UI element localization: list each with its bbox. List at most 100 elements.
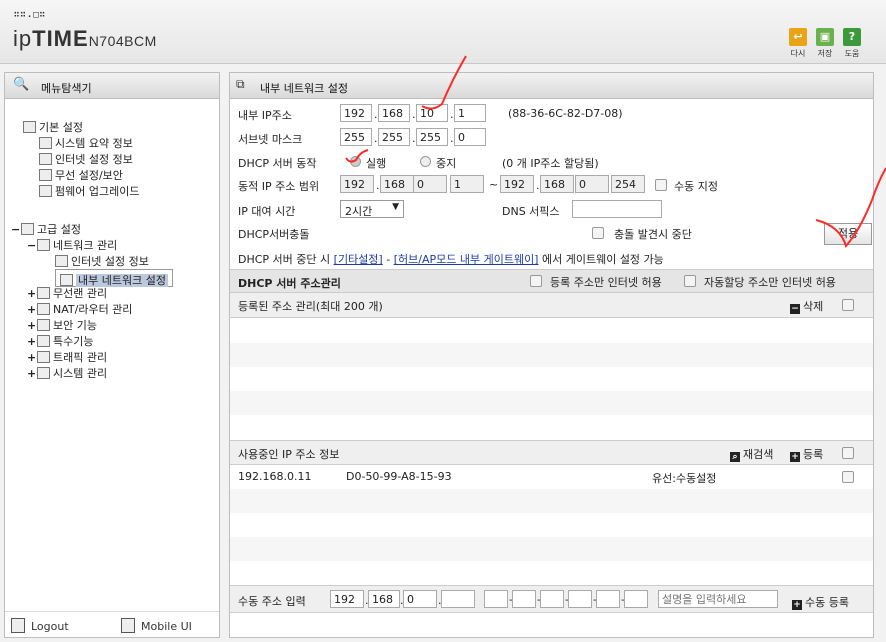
range-start-3[interactable]: 0: [413, 175, 447, 193]
manual-mac-1[interactable]: [484, 590, 508, 608]
plus-icon: +: [790, 452, 800, 462]
manual-ip-3[interactable]: 0: [403, 590, 437, 608]
manual-assign-checkbox[interactable]: [655, 179, 667, 191]
tree-special[interactable]: + 특수기능: [27, 333, 93, 349]
register-button[interactable]: + 등록: [790, 446, 823, 462]
range-start-2[interactable]: 168: [380, 175, 414, 193]
tree-traffic[interactable]: + 트래픽 관리: [27, 349, 107, 365]
folder-icon: [21, 223, 34, 235]
tree-sys-summary[interactable]: 시스템 요약 정보: [39, 135, 133, 151]
range-start-1[interactable]: 192: [340, 175, 374, 193]
undo-button[interactable]: ↩ 다시: [787, 28, 809, 59]
menu-explorer-header: 🔍 메뉴탐색기: [5, 73, 219, 99]
ip-octet-3[interactable]: 10: [416, 104, 448, 122]
save-icon: ▣: [816, 28, 834, 46]
inuse-row-checkbox[interactable]: [842, 471, 854, 483]
tree-system-mgmt[interactable]: + 시스템 관리: [27, 365, 107, 381]
wireless-icon: [39, 169, 52, 181]
manual-mac-6[interactable]: [624, 590, 648, 608]
registered-select-all-checkbox[interactable]: [842, 299, 854, 311]
main-panel-header: ⧉ 내부 네트워크 설정: [230, 73, 873, 99]
special-icon: [37, 335, 50, 347]
row-stop-note: DHCP 서버 중단 시 [기타설정] - [허브/AP모드 내부 게이트웨이]…: [238, 253, 664, 266]
registered-row: [230, 319, 873, 343]
tree-security[interactable]: + 보안 기능: [27, 317, 97, 333]
inuse-row: [230, 561, 873, 585]
logout-button[interactable]: Logout: [11, 618, 69, 633]
left-footer: Logout Mobile UI: [5, 611, 219, 637]
ip-octet-4[interactable]: 1: [454, 104, 486, 122]
tree-network-mgmt[interactable]: − 네트워크 관리: [27, 237, 117, 253]
range-end-4[interactable]: 254: [611, 175, 645, 193]
delete-button[interactable]: − 삭제: [790, 298, 823, 314]
manual-ip-1[interactable]: 192: [330, 590, 364, 608]
mask-octet-1[interactable]: 255: [340, 128, 372, 146]
system-icon: [37, 367, 50, 379]
manual-mac-2[interactable]: [512, 590, 536, 608]
tree-wlan-mgmt[interactable]: + 무선랜 관리: [27, 285, 107, 301]
mobile-icon: [121, 618, 135, 633]
tree-nat-mgmt[interactable]: + NAT/라우터 관리: [27, 301, 132, 317]
mask-octet-2[interactable]: 255: [378, 128, 410, 146]
search-icon: ⌕: [730, 452, 740, 462]
window-icon: ⧉: [236, 77, 245, 91]
chart-icon: [39, 137, 52, 149]
dhcp-run-radio[interactable]: [350, 156, 361, 167]
page-icon: [55, 255, 68, 267]
tree-internet-setup[interactable]: 인터넷 설정 정보: [39, 151, 133, 167]
manual-register-button[interactable]: + 수동 등록: [792, 594, 849, 610]
manual-ip-2[interactable]: 168: [368, 590, 400, 608]
tree-advanced[interactable]: − 고급 설정: [11, 221, 81, 237]
ip-octet-2[interactable]: 168: [378, 104, 410, 122]
range-end-2[interactable]: 168: [540, 175, 574, 193]
tree-internet-info[interactable]: 인터넷 설정 정보: [55, 253, 149, 269]
undo-icon: ↩: [789, 28, 807, 46]
menu-explorer-panel: 🔍 메뉴탐색기 기본 설정 시스템 요약 정보 인터넷 설정 정보 무선 설정/…: [4, 72, 220, 638]
lease-select[interactable]: 2시간 ▼: [340, 200, 404, 218]
save-button[interactable]: ▣ 저장: [814, 28, 836, 59]
reg-only-checkbox[interactable]: [530, 275, 542, 287]
inuse-select-all-checkbox[interactable]: [842, 447, 854, 459]
inuse-row: 192.168.0.11 D0-50-99-A8-15-93 유선:수동설정: [230, 465, 873, 489]
mask-octet-3[interactable]: 255: [416, 128, 448, 146]
apply-button[interactable]: 적용: [824, 223, 872, 245]
row-internal-ip: 내부 IP주소 192. 168. 10. 1 (88-36-6C-82-D7-…: [230, 102, 873, 124]
registered-row: [230, 391, 873, 415]
tree-basic[interactable]: 기본 설정: [23, 119, 83, 135]
conflict-stop-checkbox[interactable]: [592, 227, 604, 239]
wireless-icon: [37, 287, 50, 299]
manual-mac-4[interactable]: [568, 590, 592, 608]
inuse-row: [230, 537, 873, 561]
page-title: 내부 네트워크 설정: [260, 82, 348, 95]
router-icon: [37, 303, 50, 315]
tree-firmware[interactable]: 펌웨어 업그레이드: [39, 183, 139, 199]
other-settings-link[interactable]: [기타설정]: [334, 253, 383, 266]
range-end-3[interactable]: 0: [575, 175, 609, 193]
manual-mac-5[interactable]: [596, 590, 620, 608]
help-button[interactable]: ? 도움: [841, 28, 863, 59]
firmware-icon: [39, 185, 52, 197]
logo: ipTIMEN704BCM: [13, 26, 157, 51]
hub-ap-gateway-link[interactable]: [허브/AP모드 내부 게이트웨이]: [394, 253, 539, 266]
inuse-type: 유선:수동설정: [652, 472, 717, 485]
logo-dots: ∷∷.□∷: [14, 10, 47, 20]
range-start-4[interactable]: 1: [450, 175, 484, 193]
tree-wireless-setup[interactable]: 무선 설정/보안: [39, 167, 123, 183]
dns-suffix-input[interactable]: [572, 200, 662, 218]
manual-ip-4[interactable]: [441, 590, 475, 608]
dhcp-addr-mgmt-header: DHCP 서버 주소관리 등록 주소만 인터넷 허용 자동할당 주소만 인터넷 …: [230, 269, 873, 293]
auto-only-checkbox[interactable]: [684, 275, 696, 287]
rescan-button[interactable]: ⌕ 재검색: [730, 446, 773, 462]
traffic-icon: [37, 351, 50, 363]
description-input[interactable]: [658, 590, 778, 608]
manual-input-row: 수동 주소 입력 192. 168. 0. - - - - - +수동 등록: [230, 585, 873, 613]
mask-octet-4[interactable]: 0: [454, 128, 486, 146]
ip-octet-1[interactable]: 192: [340, 104, 372, 122]
range-end-1[interactable]: 192: [500, 175, 534, 193]
manual-mac-3[interactable]: [540, 590, 564, 608]
inuse-header: 사용중인 IP 주소 정보 ⌕ 재검색 + 등록: [230, 440, 873, 465]
row-dhcp-conflict: DHCP서버충돌 충돌 발견시 중단 적용: [230, 221, 873, 245]
dhcp-count: (0 개 IP주소 할당됨): [502, 157, 599, 170]
dhcp-stop-radio[interactable]: [420, 156, 431, 167]
mobile-ui-button[interactable]: Mobile UI: [121, 618, 192, 633]
